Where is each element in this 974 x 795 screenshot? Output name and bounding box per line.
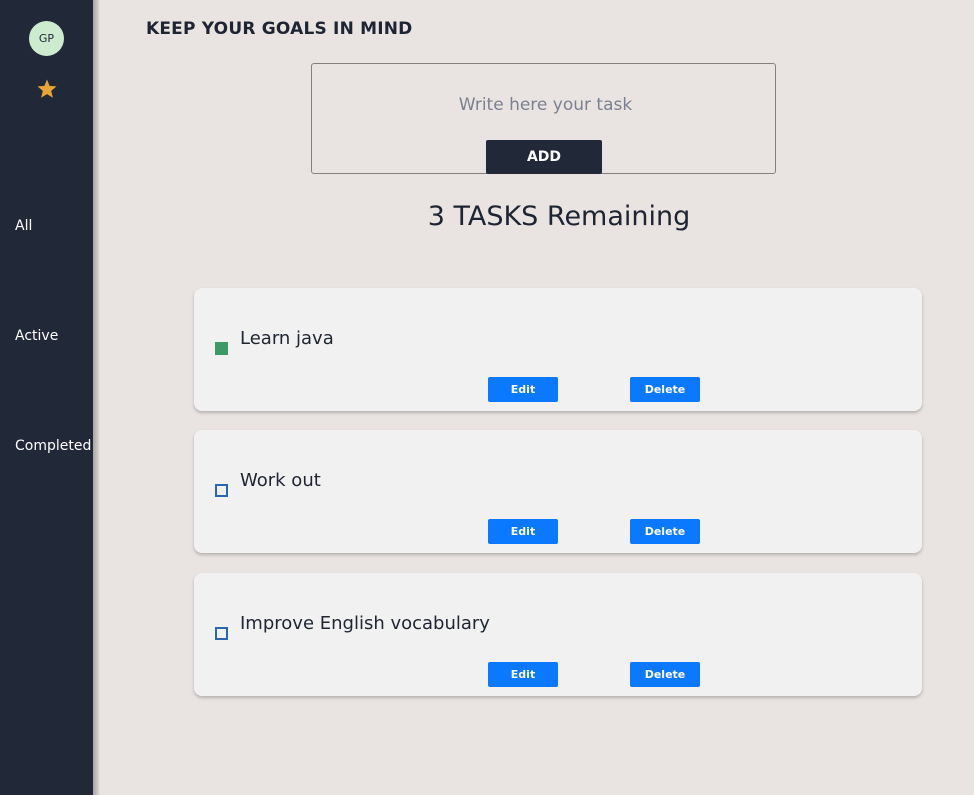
- task-card: Learn java Edit Delete: [194, 288, 922, 411]
- delete-button[interactable]: Delete: [630, 377, 700, 402]
- delete-button[interactable]: Delete: [630, 519, 700, 544]
- task-card: Work out Edit Delete: [194, 430, 922, 553]
- task-checkbox[interactable]: [215, 484, 228, 497]
- edit-button[interactable]: Edit: [488, 377, 558, 402]
- avatar[interactable]: GP: [29, 21, 64, 56]
- add-task-form: ADD: [311, 63, 779, 174]
- tasks-remaining-count: 3 TASKS Remaining: [427, 201, 691, 232]
- task-checkbox[interactable]: [215, 627, 228, 640]
- sidebar: GP All Active Completed: [0, 0, 93, 795]
- sidebar-divider: [93, 0, 99, 795]
- star-icon[interactable]: [35, 77, 59, 101]
- task-text: Work out: [240, 470, 321, 491]
- nav-item-all[interactable]: All: [15, 218, 32, 234]
- edit-button[interactable]: Edit: [488, 519, 558, 544]
- page-title: KEEP YOUR GOALS IN MIND: [146, 19, 413, 39]
- task-card: Improve English vocabulary Edit Delete: [194, 573, 922, 696]
- edit-button[interactable]: Edit: [488, 662, 558, 687]
- task-checkbox-checked[interactable]: [215, 342, 228, 355]
- nav-item-completed[interactable]: Completed: [15, 438, 91, 454]
- nav-item-active[interactable]: Active: [15, 328, 58, 344]
- add-button[interactable]: ADD: [486, 140, 602, 174]
- task-text: Learn java: [240, 328, 334, 349]
- delete-button[interactable]: Delete: [630, 662, 700, 687]
- task-text: Improve English vocabulary: [240, 613, 490, 634]
- task-input[interactable]: [312, 86, 779, 124]
